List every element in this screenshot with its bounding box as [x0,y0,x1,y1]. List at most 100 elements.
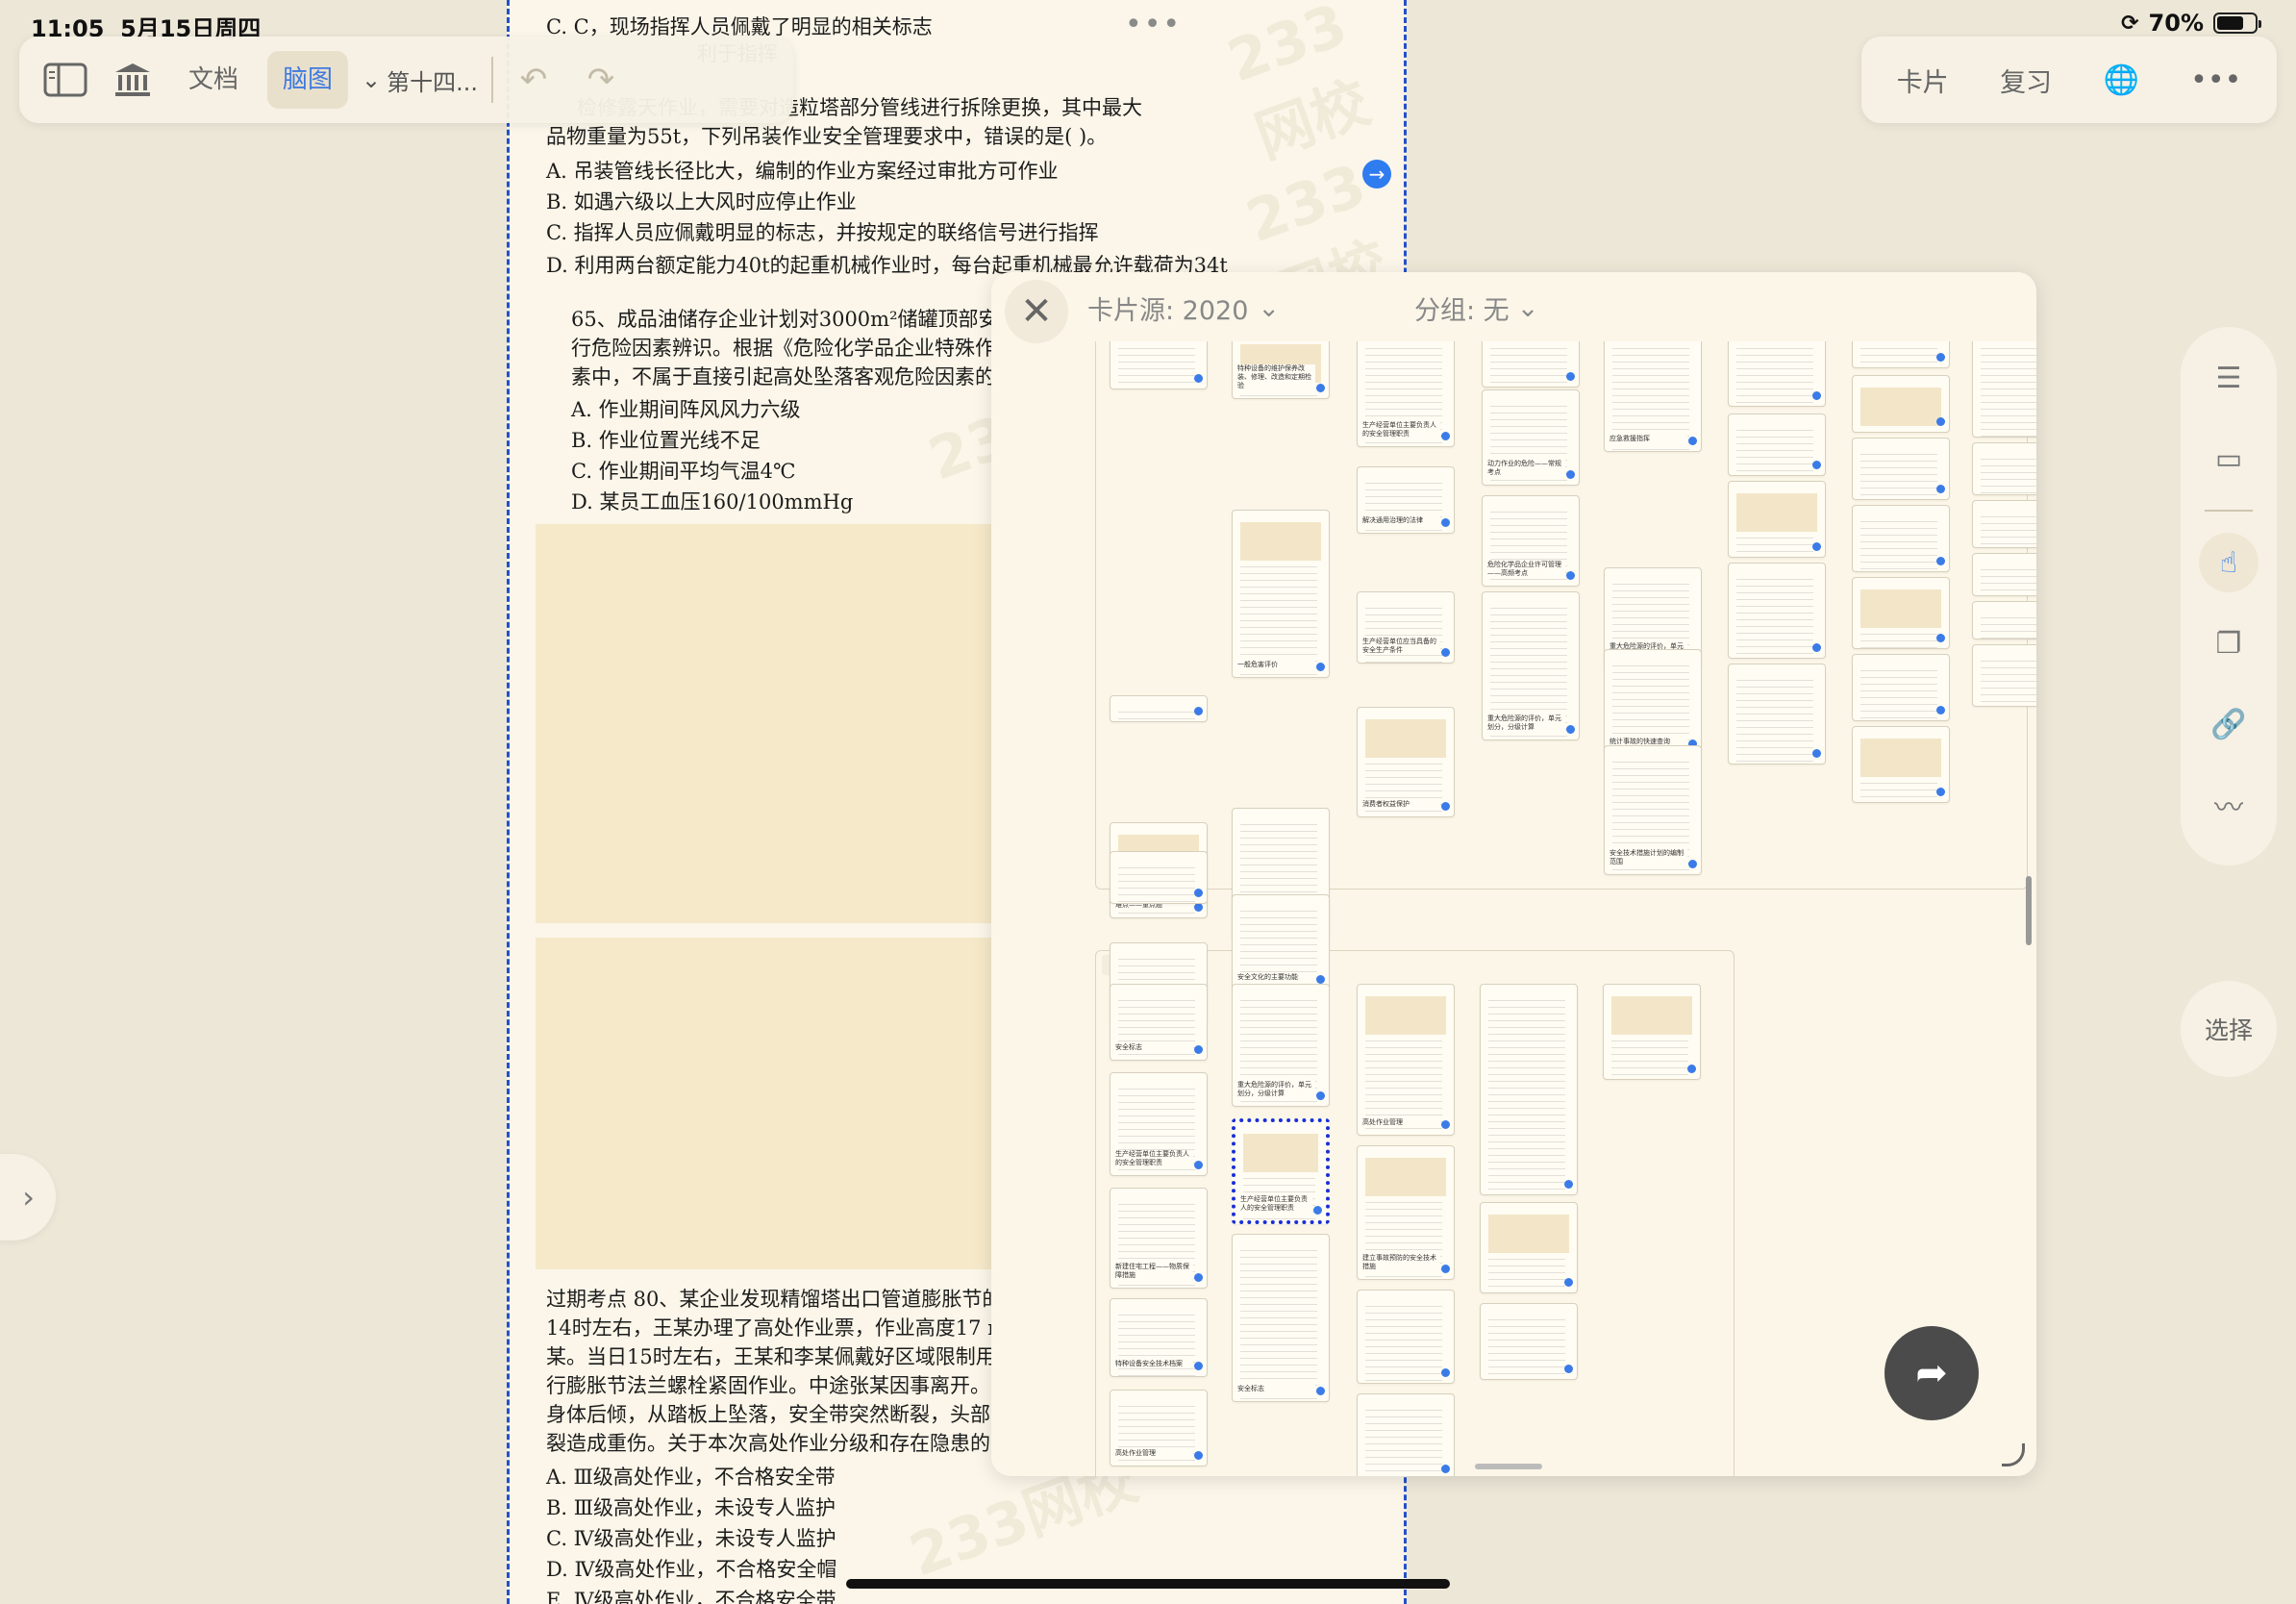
flash-card[interactable] [1852,375,1950,433]
flash-card[interactable] [1728,481,1826,558]
chevron-right-icon: › [22,1179,35,1216]
web-search-icon[interactable]: 🌐 [2103,63,2138,97]
flash-card[interactable]: 安全技术措施计划的编制范围 [1604,745,1702,875]
flash-card[interactable] [1972,442,2036,495]
flash-card[interactable] [1603,984,1701,1080]
flash-card[interactable]: 消费者权益保护 [1357,707,1455,817]
flash-card[interactable]: 生产经营单位主要负责人的安全管理职责 [1357,341,1455,447]
card-link-dot [1194,903,1203,912]
chevron-down-icon: ⌄ [1516,293,1539,323]
card-title: 解决通用治理的法律 [1362,516,1440,525]
flash-card[interactable] [1852,726,1950,803]
flash-card[interactable] [1852,438,1950,500]
flash-card[interactable]: 安全标志 [1110,984,1208,1061]
flash-card[interactable] [1110,695,1208,722]
flash-card-selected[interactable]: 生产经营单位主要负责人的安全管理职责 [1232,1118,1330,1224]
more-dots-icon[interactable]: ••• [1125,8,1182,41]
flash-card[interactable] [1972,644,2036,707]
card-canvas[interactable]: 多选 难点——重点题重大危险源管理要求特种设备的维护保养改装、修理、改造和定期检… [991,341,2036,1476]
card-link-dot [1441,432,1450,440]
flash-card[interactable]: 应急救援指挥 [1604,341,1702,452]
document-text-line: 65、成品油储存企业计划对3000m²储罐顶部安全 [571,308,1019,331]
flash-card[interactable]: 重大危险源的评价，单元划分，分级计算 [1232,984,1330,1107]
flash-card[interactable] [1482,341,1580,388]
flash-card[interactable] [1110,341,1208,389]
hand-pointer-icon[interactable]: ☝ [2199,533,2259,592]
card-title: 重大危险源的评价，单元划分，分级计算 [1487,714,1565,732]
share-button[interactable]: ➦ [1884,1326,1979,1420]
card-link-dot [1936,485,1945,493]
expand-sidebar-button[interactable]: › [0,1154,56,1241]
flash-card[interactable]: 建立事故预防的安全技术措施 [1357,1145,1455,1280]
flash-card[interactable]: 高处作业管理 [1110,1390,1208,1466]
flash-card[interactable] [1852,505,1950,572]
flash-card[interactable] [1480,1202,1578,1293]
flash-card[interactable]: 生产经营单位应当具备的安全生产条件 [1357,591,1455,664]
flash-card[interactable] [1728,563,1826,659]
tab-document[interactable]: 文档 [173,51,254,109]
chevron-down-icon: ⌄ [1258,293,1281,323]
card-layout-icon[interactable]: ▭ [2199,429,2259,489]
flash-card[interactable]: 特种设备安全技术档案 [1110,1298,1208,1377]
flash-card[interactable] [1110,851,1208,904]
more-icon[interactable]: ••• [2190,63,2241,97]
flash-card[interactable]: 统计事故的快速查询 [1604,649,1702,755]
freehand-draw-icon[interactable]: 〰 [2199,775,2259,835]
battery-percentage: 70% [2148,10,2204,37]
link-icon[interactable]: 🔗 [2199,694,2259,754]
flash-card[interactable] [1972,500,2036,548]
flash-card[interactable] [1480,1303,1578,1380]
copy-icon[interactable]: ❐ [2199,614,2259,673]
card-link-dot [1566,470,1575,479]
flash-card[interactable]: 新建住宅工程——物质保障措施 [1110,1188,1208,1289]
redo-icon[interactable]: ↷ [574,53,628,107]
review-button[interactable]: 复习 [2000,62,2052,99]
tab-mindmap[interactable]: 脑图 [267,51,349,109]
card-title: 一般危害评价 [1237,661,1315,669]
flash-card[interactable]: 安全文化的主要功能 [1232,894,1330,990]
flash-card[interactable]: 危险化学品企业许可管理——高频考点 [1482,495,1580,587]
document-text-line: 裂造成重伤。关于本次高处作业分级和存在隐患的 [546,1432,990,1455]
flash-card[interactable]: 解决通用治理的法律 [1357,466,1455,534]
flash-card[interactable] [1480,984,1578,1195]
top-toolbar: 文档 脑图 ⌄ 第十四... ↶ ↷ [19,37,793,123]
flash-card[interactable] [1357,1290,1455,1384]
flash-card[interactable]: 生产经营单位主要负责人的安全管理职责 [1110,1072,1208,1176]
group-dropdown[interactable]: 分组: 无 ⌄ [1414,289,1538,327]
card-title: 安全文化的主要功能 [1237,973,1315,982]
flash-card[interactable] [1728,664,1826,764]
flash-card[interactable] [1852,654,1950,721]
undo-icon[interactable]: ↶ [507,53,561,107]
document-text-line: 身体后倾，从踏板上坠落，安全带突然断裂，头部 [546,1403,990,1426]
arrow-right-icon[interactable]: → [1362,160,1391,188]
scrollbar[interactable] [2026,876,2032,945]
flash-card[interactable]: 特种设备的维护保养改装、修理、改造和定期检验 [1232,341,1330,399]
library-icon[interactable] [106,53,160,107]
flash-card[interactable]: 高处作业管理 [1357,984,1455,1136]
flash-card[interactable] [1357,1393,1455,1476]
close-icon[interactable]: ✕ [1005,280,1068,343]
chapter-dropdown[interactable]: ⌄ 第十四... [362,63,478,97]
card-source-dropdown[interactable]: 卡片源: 2020 ⌄ [1087,289,1280,327]
select-button[interactable]: 选择 [2181,981,2277,1077]
card-link-dot [1441,1120,1450,1129]
document-text-line: D. Ⅳ级高处作业，不合格安全帽 [546,1558,837,1581]
flash-card[interactable]: 重大危险源的评价，单元划分，分级计算 [1482,591,1580,740]
flash-card[interactable] [1728,414,1826,476]
panel-grabber[interactable] [1475,1464,1542,1469]
cards-button[interactable]: 卡片 [1897,62,1949,99]
flash-card[interactable]: 安全标志 [1232,1234,1330,1402]
sidebar-icon[interactable] [38,53,92,107]
outline-list-icon[interactable]: ☰ [2199,348,2259,408]
card-panel: ✕ 卡片源: 2020⌄ 分组: 无⌄ 多选 难点——重点题重大危险源管理要求特… [991,272,2036,1476]
flash-card[interactable]: 动力作业的危险——常规考点 [1482,389,1580,486]
flash-card[interactable]: 一般危害评价 [1232,510,1330,678]
flash-card[interactable] [1972,553,2036,596]
flash-card[interactable] [1852,577,1950,649]
flash-card[interactable] [1852,341,1950,368]
card-title: 安全标志 [1115,1043,1193,1052]
flash-card[interactable] [1728,341,1826,407]
flash-card[interactable] [1972,341,2036,438]
flash-card[interactable] [1972,601,2036,639]
card-title: 重大危险源的评价，单元划分，分级计算 [1237,1081,1315,1098]
